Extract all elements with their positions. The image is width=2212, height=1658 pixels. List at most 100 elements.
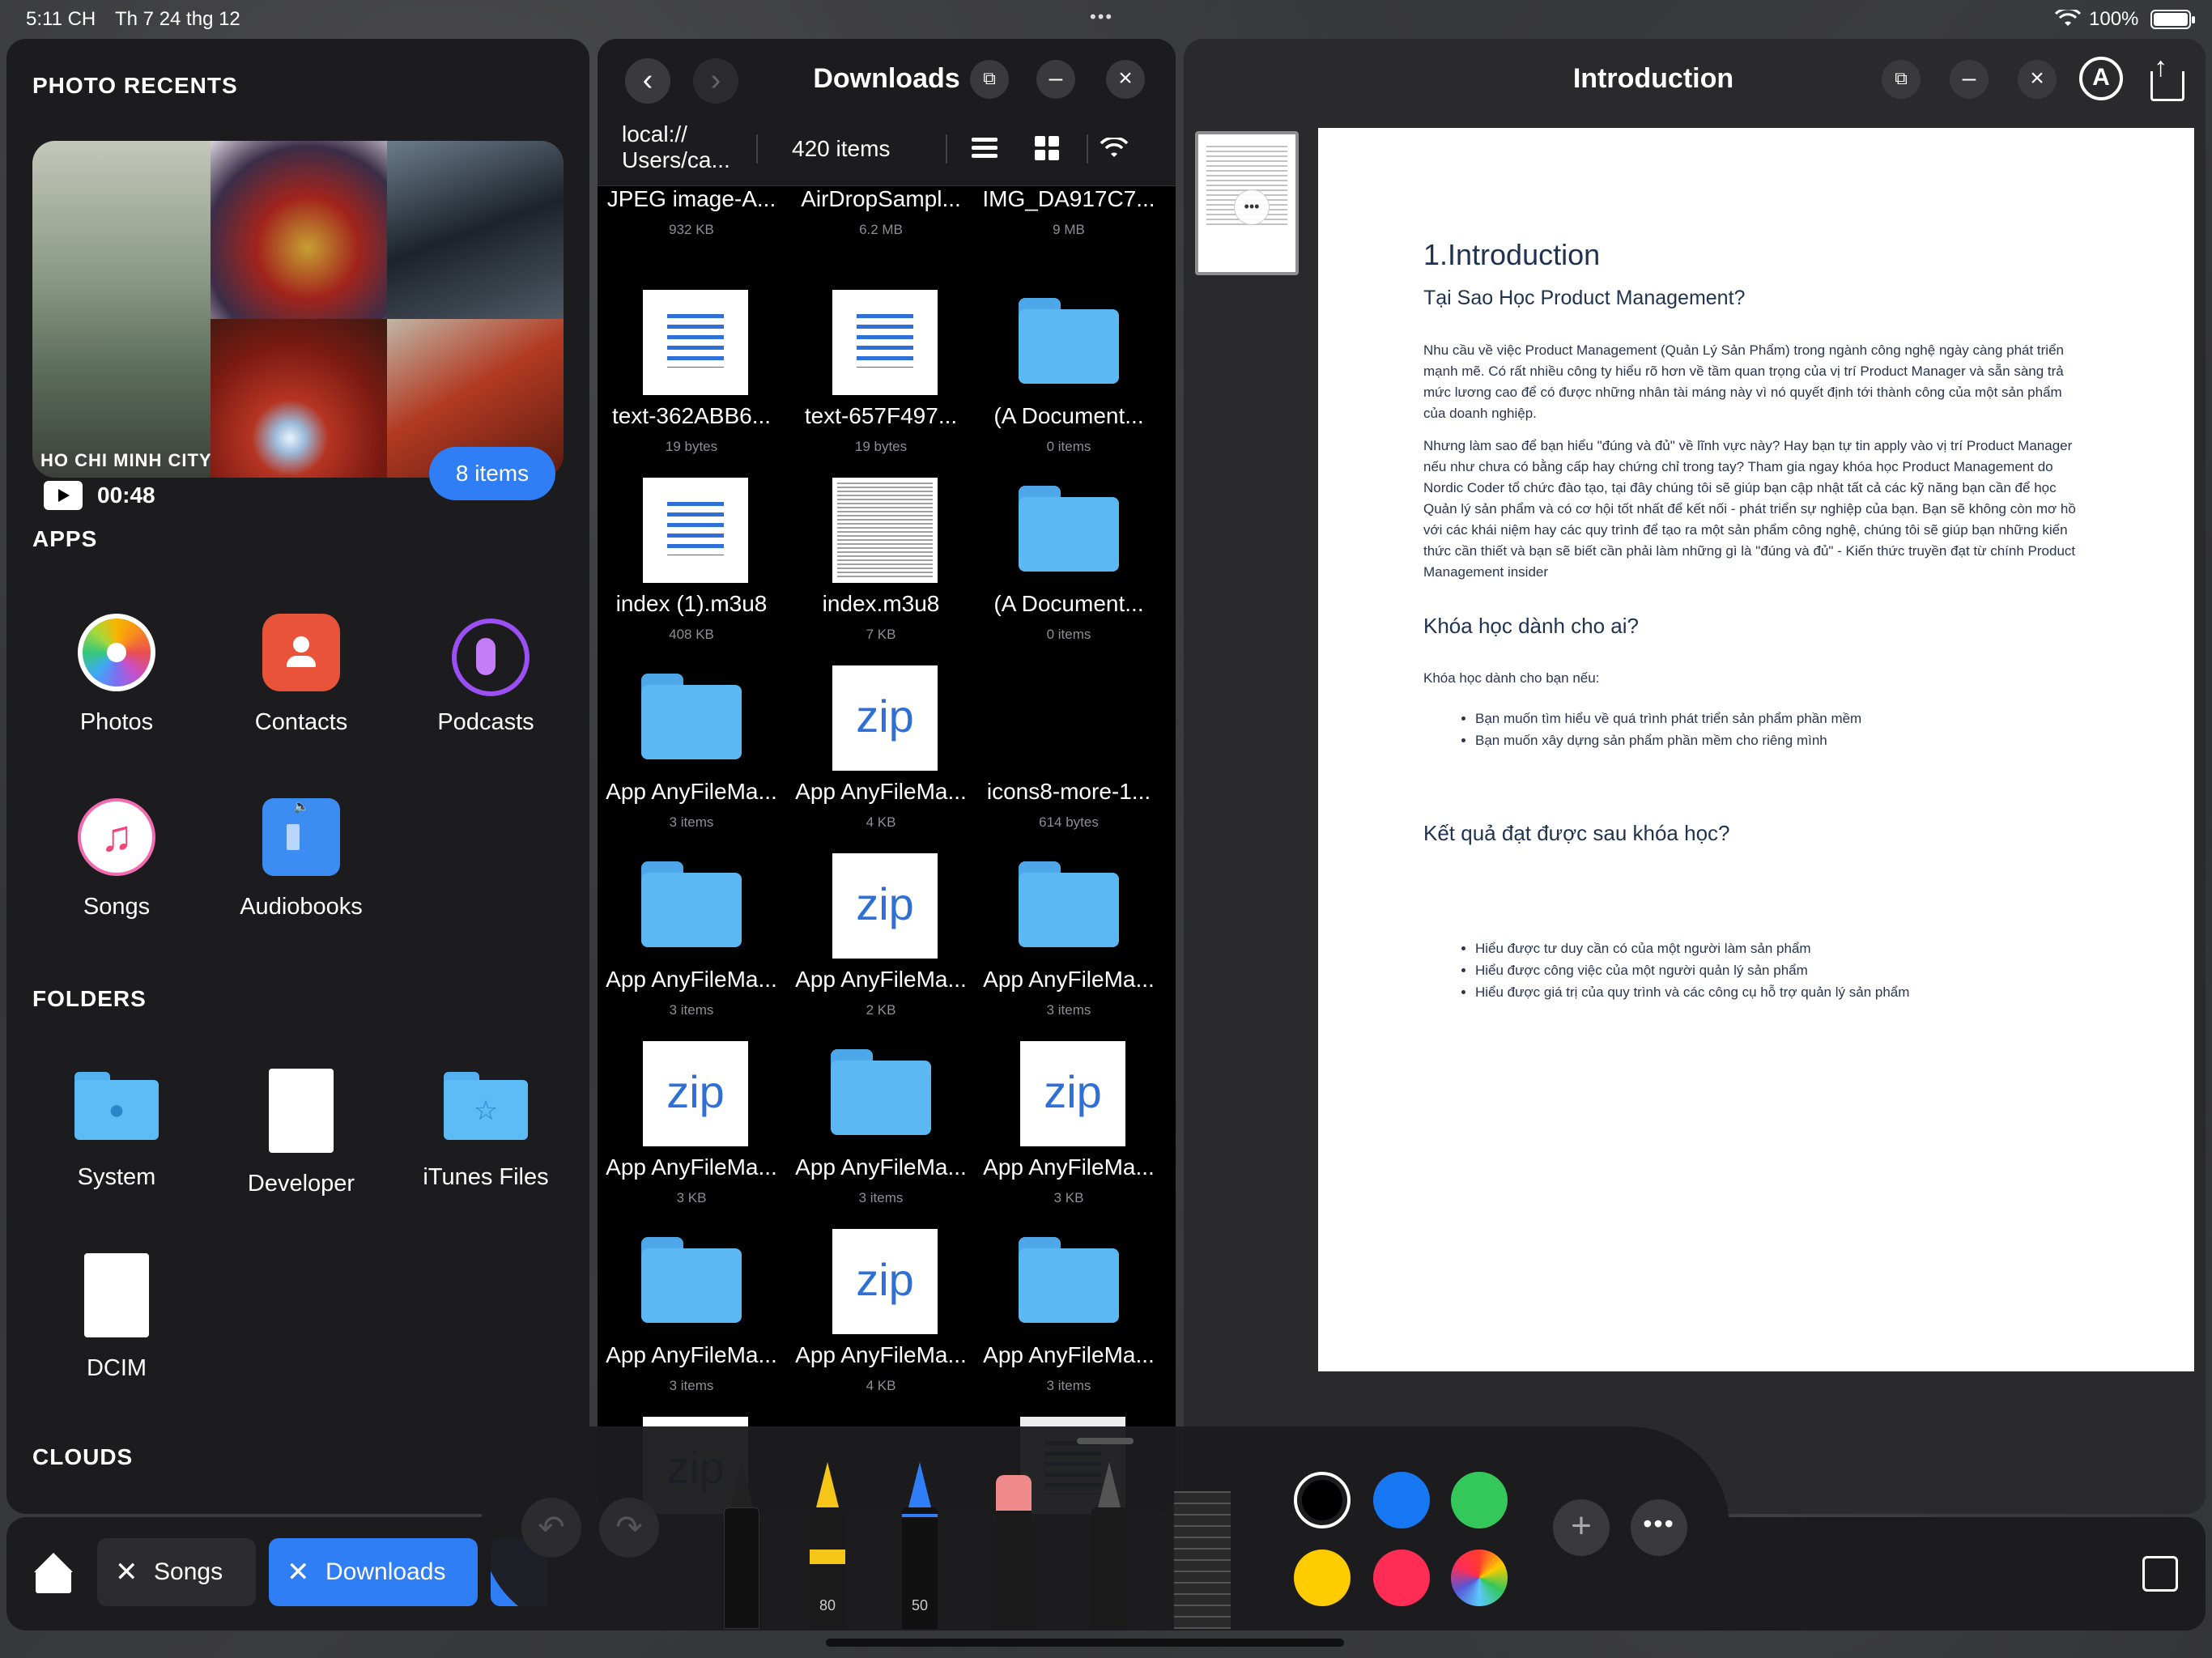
file-item[interactable]: icons8-more-1... 614 bytes xyxy=(975,662,1163,831)
markup-pen-icon[interactable]: A xyxy=(2079,57,2123,100)
file-name: AirDropSampl... xyxy=(801,186,961,211)
file-name: (A Document... xyxy=(993,591,1144,616)
color-swatch-blue[interactable] xyxy=(1373,1472,1430,1528)
multitasking-dots-icon[interactable]: ••• xyxy=(1090,6,1113,28)
minimize-button[interactable]: – xyxy=(1950,60,1989,99)
sort-icon[interactable] xyxy=(972,138,998,159)
file-item[interactable]: AirDropSampl... 6.2 MB xyxy=(787,186,975,238)
file-item[interactable]: JPEG image-A... 932 KB xyxy=(598,186,785,238)
file-item[interactable]: index (1).m3u8 408 KB xyxy=(598,474,785,643)
resize-window-icon[interactable]: ⧉ xyxy=(1882,60,1921,99)
color-swatch-green[interactable] xyxy=(1451,1472,1508,1528)
app-photos[interactable]: Photos xyxy=(36,614,198,736)
text-file-icon xyxy=(643,478,748,583)
downloads-header: ‹ › Downloads ⧉ – × xyxy=(598,39,1176,117)
window-switcher-icon[interactable] xyxy=(2142,1556,2178,1592)
file-item[interactable]: zip App AnyFileMa... 3 KB xyxy=(598,1038,785,1206)
document-preview-icon xyxy=(832,478,938,583)
file-item[interactable]: IMG_DA917C7... 9 MB xyxy=(975,186,1163,238)
grid-view-icon[interactable] xyxy=(1035,136,1059,160)
tab-downloads[interactable]: ✕ Downloads xyxy=(269,1538,478,1606)
file-item[interactable]: App AnyFileMa... 3 items xyxy=(598,850,785,1018)
color-swatch-black[interactable] xyxy=(1294,1472,1351,1528)
folder-dcim[interactable]: DCIM xyxy=(36,1253,198,1382)
folder-itunes-files[interactable]: ☆ iTunes Files xyxy=(405,1072,567,1191)
document-subheading: Tại Sao Học Product Management? xyxy=(1423,287,1746,309)
redo-icon[interactable]: ↷ xyxy=(599,1498,659,1558)
app-podcasts[interactable]: Podcasts xyxy=(405,614,567,736)
page-thumbnail[interactable]: ••• xyxy=(1195,131,1299,275)
more-options-icon[interactable]: ••• xyxy=(1234,189,1270,225)
file-item[interactable]: zip App AnyFileMa... 2 KB xyxy=(787,850,975,1018)
document-page[interactable]: 1.Introduction Tại Sao Học Product Manag… xyxy=(1318,128,2194,1371)
file-name: App AnyFileMa... xyxy=(983,1342,1155,1367)
photo-recents-grid[interactable] xyxy=(32,141,564,478)
color-picker-icon[interactable] xyxy=(1451,1550,1508,1606)
folder-label: Developer xyxy=(247,1171,355,1197)
tab-songs[interactable]: ✕ Songs xyxy=(97,1538,256,1606)
app-audiobooks[interactable]: Audiobooks xyxy=(220,798,382,920)
downloads-window: ‹ › Downloads ⧉ – × local:// Users/ca...… xyxy=(598,39,1176,1514)
section-intro: Khóa học dành cho bạn nếu: xyxy=(1423,670,1600,686)
back-button[interactable]: ‹ xyxy=(625,58,670,104)
document-paragraph: Nhưng làm sao để bạn hiểu "đúng và đủ" v… xyxy=(1423,438,2076,580)
lasso-body xyxy=(1091,1507,1127,1629)
app-label: Audiobooks xyxy=(240,894,363,920)
star-folder-icon: ☆ xyxy=(444,1072,528,1140)
palette-grabber[interactable] xyxy=(1077,1438,1134,1444)
app-contacts[interactable]: Contacts xyxy=(220,614,382,736)
file-item[interactable]: (A Document... 0 items xyxy=(975,474,1163,643)
home-icon[interactable] xyxy=(31,1551,76,1596)
add-icon[interactable]: + xyxy=(1553,1499,1610,1556)
color-swatch-red[interactable] xyxy=(1373,1550,1430,1606)
file-item[interactable]: App AnyFileMa... 3 items xyxy=(975,850,1163,1018)
file-name: App AnyFileMa... xyxy=(795,1342,967,1367)
file-item[interactable]: (A Document... 0 items xyxy=(975,287,1163,455)
file-item[interactable]: zip App AnyFileMa... 3 KB xyxy=(975,1038,1163,1206)
folder-label: DCIM xyxy=(86,1355,147,1381)
app-label: Podcasts xyxy=(437,709,534,735)
photo-thumbnail[interactable] xyxy=(211,319,387,478)
close-tab-icon[interactable]: ✕ xyxy=(287,1538,310,1606)
more-icon[interactable]: ••• xyxy=(1631,1499,1687,1556)
photo-count-badge[interactable]: 8 items xyxy=(429,447,555,500)
app-songs[interactable]: Songs xyxy=(36,798,198,920)
bullet-list: Bạn muốn tìm hiểu về quá trình phát triể… xyxy=(1475,708,1861,751)
folder-developer[interactable]: Developer xyxy=(220,1069,382,1197)
color-swatch-yellow[interactable] xyxy=(1294,1550,1351,1606)
folder-system[interactable]: ● System xyxy=(36,1072,198,1191)
file-item[interactable]: text-362ABB6... 19 bytes xyxy=(598,287,785,455)
wifi-transfer-icon[interactable] xyxy=(1100,134,1129,166)
file-item[interactable]: App AnyFileMa... 3 items xyxy=(598,1226,785,1394)
zip-file-icon: zip xyxy=(832,853,938,959)
photo-thumbnail[interactable] xyxy=(387,141,564,319)
file-name: App AnyFileMa... xyxy=(795,967,967,992)
minimize-button[interactable]: – xyxy=(1036,60,1075,99)
file-item[interactable]: index.m3u8 7 KB xyxy=(787,474,975,643)
home-indicator[interactable] xyxy=(826,1639,1344,1647)
close-tab-icon[interactable]: ✕ xyxy=(115,1538,138,1606)
share-icon[interactable] xyxy=(2149,52,2184,101)
close-button[interactable]: × xyxy=(2018,60,2057,99)
path-label[interactable]: local:// Users/ca... xyxy=(622,121,751,173)
file-item[interactable]: text-657F497... 19 bytes xyxy=(787,287,975,455)
file-item[interactable]: zip App AnyFileMa... 4 KB xyxy=(787,662,975,831)
status-bar: 5:11 CH Th 7 24 thg 12 ••• 100% xyxy=(0,0,2212,39)
file-meta: 3 KB xyxy=(1053,1190,1084,1205)
photo-thumbnail[interactable] xyxy=(211,141,387,319)
file-item[interactable]: zip App AnyFileMa... 4 KB xyxy=(787,1226,975,1394)
file-item[interactable]: App AnyFileMa... 3 items xyxy=(787,1038,975,1206)
resize-window-icon[interactable]: ⧉ xyxy=(970,60,1009,99)
folder-icon xyxy=(1019,298,1119,384)
forward-button[interactable]: › xyxy=(693,58,738,104)
photo-thumbnail[interactable] xyxy=(32,141,211,478)
play-icon[interactable] xyxy=(44,481,83,510)
undo-icon[interactable]: ↶ xyxy=(521,1498,581,1558)
close-button[interactable]: × xyxy=(1106,60,1145,99)
file-item[interactable]: App AnyFileMa... 3 items xyxy=(975,1226,1163,1394)
status-date: Th 7 24 thg 12 xyxy=(115,8,240,30)
file-meta: 3 KB xyxy=(676,1190,707,1205)
file-meta: 408 KB xyxy=(669,627,714,642)
file-name: App AnyFileMa... xyxy=(795,779,967,804)
file-item[interactable]: App AnyFileMa... 3 items xyxy=(598,662,785,831)
